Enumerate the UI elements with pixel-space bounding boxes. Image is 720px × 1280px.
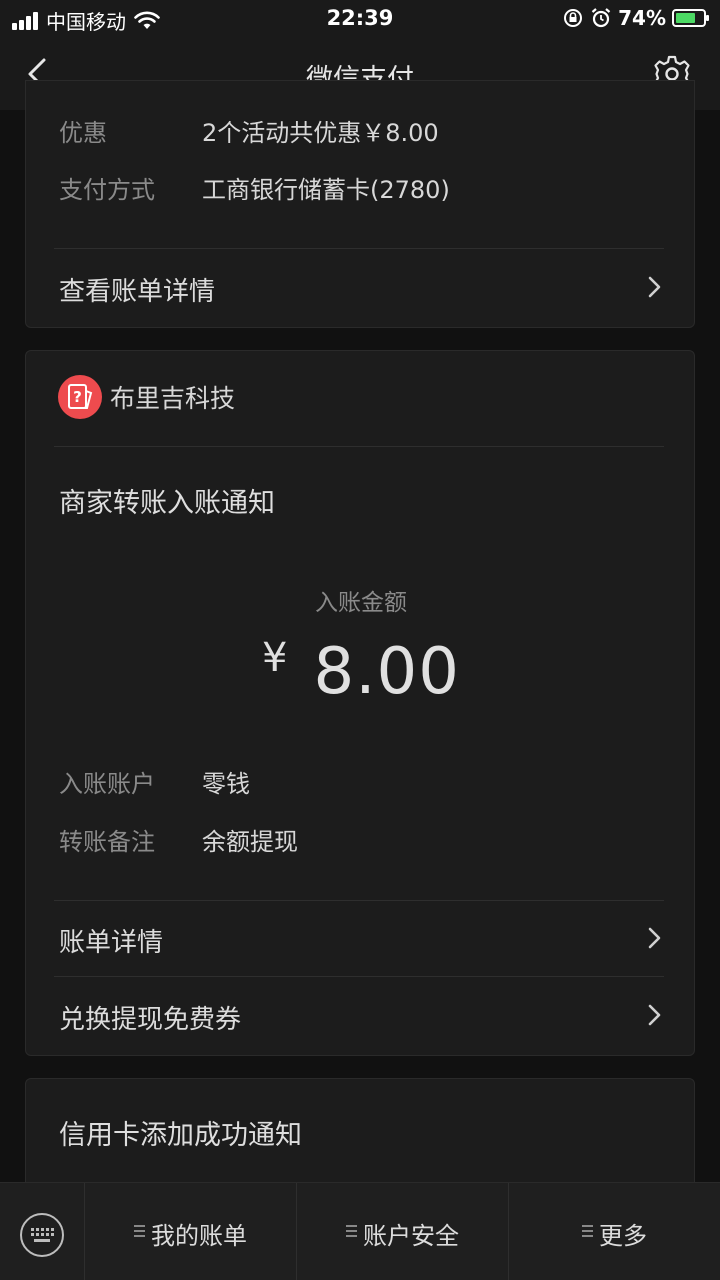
menu-lines-icon <box>582 1225 593 1240</box>
menu-account-security-label: 账户安全 <box>363 1222 459 1250</box>
keyboard-toggle-button[interactable] <box>0 1183 84 1280</box>
amount-label: 入账金额 <box>315 590 407 616</box>
menu-more[interactable]: 更多 <box>508 1183 720 1280</box>
status-bar: 中国移动 22:39 74% <box>0 0 720 38</box>
divider <box>54 976 664 977</box>
menu-lines-icon <box>346 1225 357 1240</box>
divider <box>54 446 664 447</box>
alarm-icon <box>591 8 611 28</box>
currency-symbol: ¥ <box>262 635 288 681</box>
orientation-lock-icon <box>564 9 583 27</box>
menu-account-security[interactable]: 账户安全 <box>296 1183 508 1280</box>
menu-my-bills-label: 我的账单 <box>151 1222 247 1250</box>
divider <box>54 900 664 901</box>
account-row: 入账账户 零钱 <box>59 764 250 799</box>
credit-card-notice-title: 信用卡添加成功通知 <box>59 1120 302 1151</box>
payment-method-label: 支付方式 <box>59 176 155 204</box>
merchant-name: 布里吉科技 <box>110 384 236 413</box>
payment-method-row: 支付方式 工商银行储蓄卡(2780) <box>59 170 450 205</box>
chevron-right-icon <box>648 276 661 298</box>
bill-details-link[interactable]: 账单详情 <box>54 902 664 972</box>
discount-label: 优惠 <box>59 119 107 147</box>
redeem-coupon-label: 兑换提现免费券 <box>59 1005 242 1035</box>
remark-label: 转账备注 <box>59 828 155 856</box>
previous-notice-card: 优惠 2个活动共优惠￥8.00 支付方式 工商银行储蓄卡(2780) 查看账单详… <box>25 80 695 328</box>
view-bill-details-link[interactable]: 查看账单详情 <box>54 251 664 321</box>
menu-lines-icon <box>134 1225 145 1240</box>
discount-row: 优惠 2个活动共优惠￥8.00 <box>59 113 439 148</box>
remark-row: 转账备注 余额提现 <box>59 822 298 857</box>
keyboard-icon <box>20 1213 64 1257</box>
status-right: 74% <box>562 6 709 30</box>
bottom-menu-bar: 我的账单 账户安全 更多 <box>0 1182 720 1280</box>
card-question-icon: ? <box>68 384 93 409</box>
notice-title: 商家转账入账通知 <box>59 488 275 519</box>
redeem-coupon-link[interactable]: 兑换提现免费券 <box>54 979 664 1049</box>
merchant-header[interactable]: ? 布里吉科技 <box>58 375 235 419</box>
transfer-notice-card: ? 布里吉科技 商家转账入账通知 入账金额 ¥8.00 入账账户 零钱 转账备注… <box>25 350 695 1056</box>
menu-more-label: 更多 <box>599 1222 647 1250</box>
chevron-right-icon <box>648 1004 661 1026</box>
discount-value: 2个活动共优惠￥8.00 <box>202 119 439 147</box>
amount-value: 8.00 <box>313 635 460 709</box>
battery-percent: 74% <box>618 6 666 30</box>
amount-display: ¥8.00 <box>26 635 696 709</box>
payment-method-value: 工商银行储蓄卡(2780) <box>202 176 450 204</box>
bill-details-label: 账单详情 <box>59 928 164 958</box>
remark-value: 余额提现 <box>202 828 298 856</box>
wechat-pay-screen: 中国移动 22:39 74% 优惠 2个活动共优惠￥8.00 支付方式 工商银行… <box>0 0 720 1280</box>
divider <box>54 248 664 249</box>
chevron-right-icon <box>648 927 661 949</box>
account-value: 零钱 <box>202 770 250 798</box>
battery-icon <box>672 9 709 27</box>
svg-text:?: ? <box>73 388 82 406</box>
menu-my-bills[interactable]: 我的账单 <box>84 1183 296 1280</box>
merchant-logo: ? <box>58 375 102 419</box>
account-label: 入账账户 <box>59 770 155 798</box>
view-bill-details-label: 查看账单详情 <box>59 277 216 307</box>
